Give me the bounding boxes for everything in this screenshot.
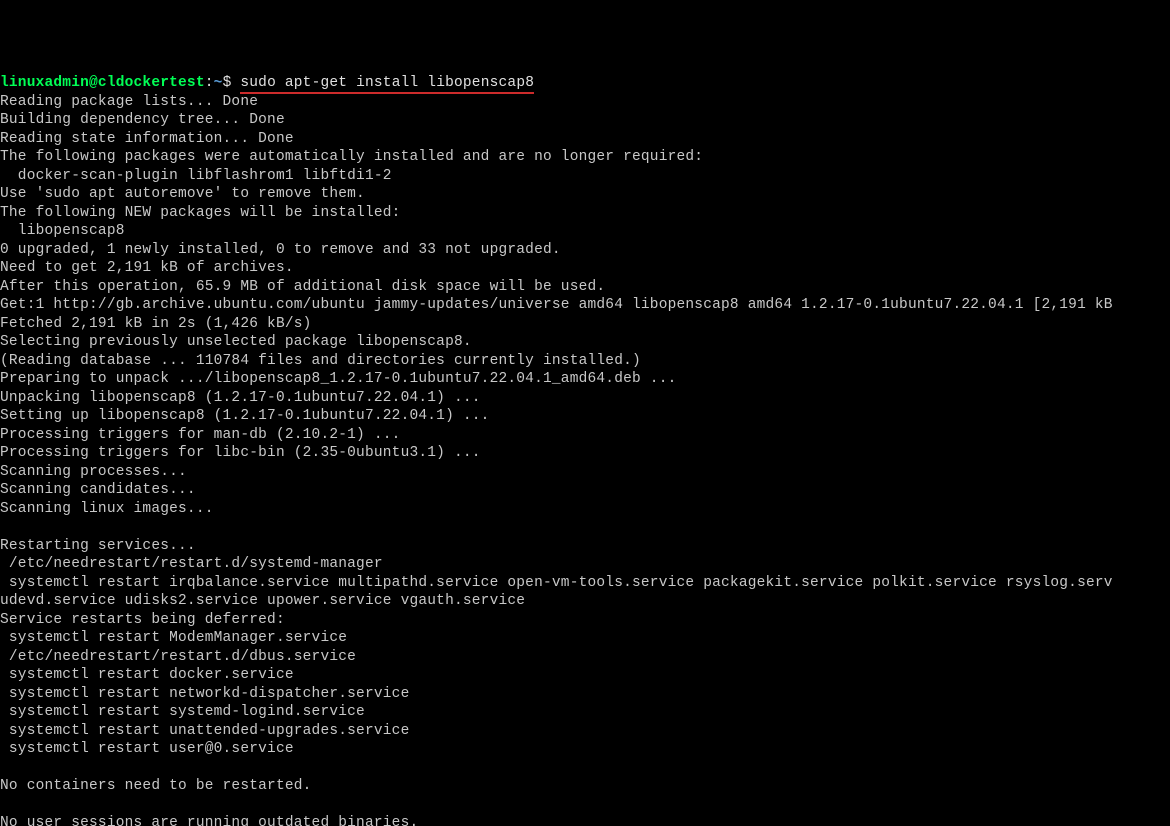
out-line-15: Preparing to unpack .../libopenscap8_1.2… (0, 371, 677, 387)
out-line-26: systemctl restart irqbalance.service mul… (0, 575, 1113, 591)
out-line-29: systemctl restart ModemManager.service (0, 630, 347, 646)
out-line-18: Processing triggers for man-db (2.10.2-1… (0, 427, 401, 443)
prompt-host: cldockertest (98, 75, 205, 91)
prompt-user: linuxadmin (0, 75, 89, 91)
prompt-line: linuxadmin@cldockertest:~$ sudo apt-get … (0, 75, 534, 94)
out-line-20: Scanning processes... (0, 464, 187, 480)
out-line-9: Need to get 2,191 kB of archives. (0, 260, 294, 276)
out-line-34: systemctl restart unattended-upgrades.se… (0, 723, 409, 739)
out-line-35: systemctl restart user@0.service (0, 741, 294, 757)
out-line-31: systemctl restart docker.service (0, 667, 294, 683)
out-line-25: /etc/needrestart/restart.d/systemd-manag… (0, 556, 383, 572)
out-line-32: systemctl restart networkd-dispatcher.se… (0, 686, 409, 702)
out-line-21: Scanning candidates... (0, 482, 196, 498)
out-line-7: libopenscap8 (0, 223, 125, 239)
out-line-5: Use 'sudo apt autoremove' to remove them… (0, 186, 365, 202)
prompt-path: ~ (214, 75, 223, 91)
terminal[interactable]: linuxadmin@cldockertest:~$ sudo apt-get … (0, 37, 1170, 826)
out-line-4: docker-scan-plugin libflashrom1 libftdi1… (0, 168, 392, 184)
typed-command: sudo apt-get install libopenscap8 (240, 75, 534, 94)
out-line-13: Selecting previously unselected package … (0, 334, 472, 350)
out-line-19: Processing triggers for libc-bin (2.35-0… (0, 445, 481, 461)
out-line-3: The following packages were automaticall… (0, 149, 703, 165)
out-line-28: Service restarts being deferred: (0, 612, 285, 628)
out-line-37: No containers need to be restarted. (0, 778, 312, 794)
out-line-10: After this operation, 65.9 MB of additio… (0, 279, 605, 295)
out-line-39: No user sessions are running outdated bi… (0, 815, 418, 826)
out-line-2: Reading state information... Done (0, 131, 294, 147)
out-line-0: Reading package lists... Done (0, 94, 258, 110)
out-line-22: Scanning linux images... (0, 501, 214, 517)
out-line-8: 0 upgraded, 1 newly installed, 0 to remo… (0, 242, 561, 258)
out-line-16: Unpacking libopenscap8 (1.2.17-0.1ubuntu… (0, 390, 481, 406)
out-line-27: udevd.service udisks2.service upower.ser… (0, 593, 525, 609)
out-line-33: systemctl restart systemd-logind.service (0, 704, 365, 720)
out-line-12: Fetched 2,191 kB in 2s (1,426 kB/s) (0, 316, 312, 332)
out-line-14: (Reading database ... 110784 files and d… (0, 353, 641, 369)
out-line-24: Restarting services... (0, 538, 196, 554)
out-line-6: The following NEW packages will be insta… (0, 205, 401, 221)
out-line-11: Get:1 http://gb.archive.ubuntu.com/ubunt… (0, 297, 1113, 313)
out-line-30: /etc/needrestart/restart.d/dbus.service (0, 649, 356, 665)
out-line-1: Building dependency tree... Done (0, 112, 285, 128)
out-line-17: Setting up libopenscap8 (1.2.17-0.1ubunt… (0, 408, 490, 424)
